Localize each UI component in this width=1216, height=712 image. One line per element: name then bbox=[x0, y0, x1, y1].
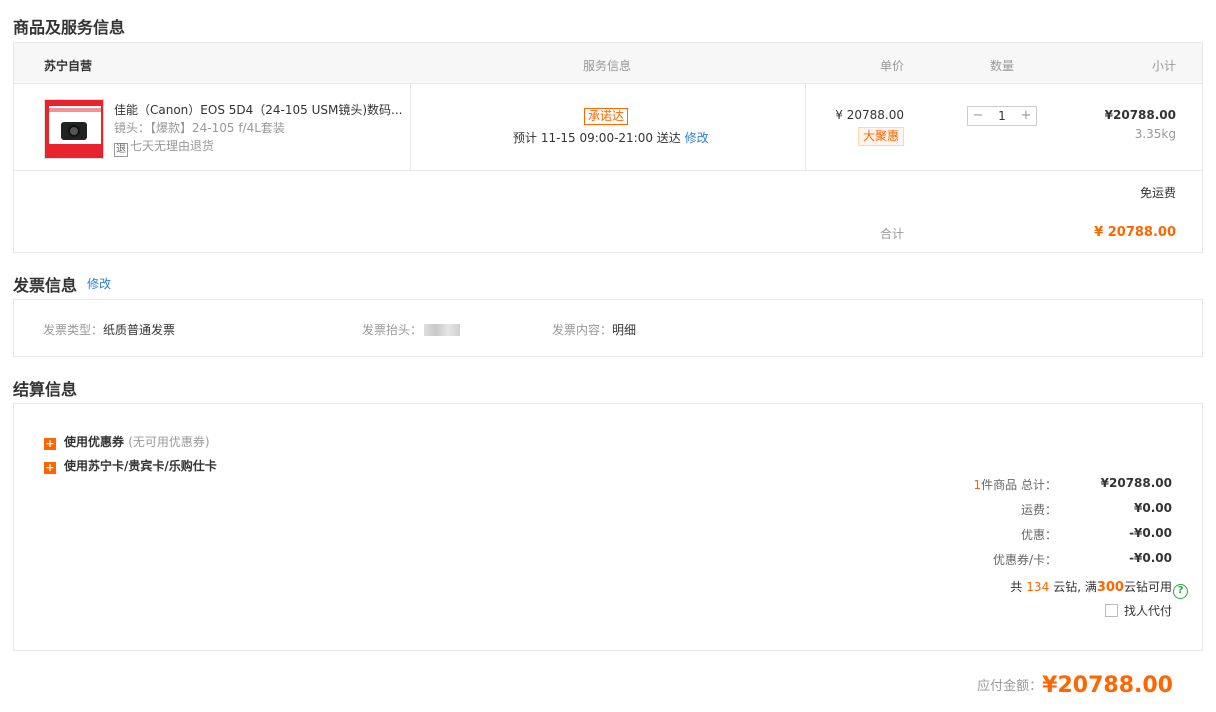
summary-freight-value: ¥0.00 bbox=[1134, 501, 1172, 515]
summary-total-value: ¥20788.00 bbox=[1100, 476, 1172, 490]
diamonds-count: 134 bbox=[1026, 580, 1050, 594]
invoice-type-value: 纸质普通发票 bbox=[103, 323, 176, 337]
store-name: 苏宁自营 bbox=[44, 59, 93, 73]
summary-total: 1件商品 总计： ¥20788.00 bbox=[912, 476, 1172, 494]
proxy-pay-label: 找人代付 bbox=[1123, 604, 1172, 618]
cloud-diamonds-info: 共 134 云钻, 满300云钻可用? bbox=[1010, 578, 1188, 599]
coupon-note: (无可用优惠券) bbox=[128, 435, 210, 449]
summary-discount-label: 优惠： bbox=[1020, 528, 1057, 542]
total-label: 合计 bbox=[880, 227, 905, 241]
return-policy: 退七天无理由退货 bbox=[114, 137, 214, 157]
summary-total-text: 件商品 总计： bbox=[981, 478, 1057, 492]
header-subtotal: 小计 bbox=[1151, 59, 1176, 73]
invoice-type-label: 发票类型： bbox=[43, 323, 104, 337]
settlement-section-title: 结算信息 bbox=[13, 380, 78, 399]
invoice-header: 发票抬头： bbox=[362, 321, 461, 338]
invoice-content-label: 发票内容： bbox=[552, 323, 613, 337]
payable-value: ¥20788.00 bbox=[1042, 673, 1173, 698]
proxy-pay-checkbox[interactable]: 找人代付 bbox=[1104, 602, 1172, 619]
qty-value[interactable]: 1 bbox=[988, 107, 1016, 125]
quantity-stepper: − 1 + bbox=[967, 106, 1037, 126]
use-coupon-toggle[interactable]: + 使用优惠券 (无可用优惠券) bbox=[44, 433, 210, 450]
diamonds-suffix: 云钻可用 bbox=[1123, 580, 1172, 594]
qty-plus-button[interactable]: + bbox=[1016, 107, 1036, 125]
product-thumbnail[interactable] bbox=[44, 99, 104, 159]
help-icon[interactable]: ? bbox=[1173, 584, 1188, 599]
card-label: 使用苏宁卡/贵宾卡/乐购仕卡 bbox=[64, 459, 217, 473]
delivery-eta: 预计 11-15 09:00-21:00 送达 修改 bbox=[513, 129, 709, 146]
lens-label: 镜头： bbox=[114, 121, 151, 135]
summary-coupon-value: -¥0.00 bbox=[1129, 551, 1172, 565]
item-subtotal: ¥20788.00 bbox=[1104, 108, 1176, 122]
summary-discount: 优惠： -¥0.00 bbox=[912, 526, 1172, 544]
summary-discount-value: -¥0.00 bbox=[1129, 526, 1172, 540]
summary-freight-label: 运费： bbox=[1020, 503, 1057, 517]
eta-edit-link[interactable]: 修改 bbox=[685, 131, 709, 145]
return-text: 七天无理由退货 bbox=[130, 139, 215, 153]
divider bbox=[805, 84, 806, 170]
return-icon: 退 bbox=[114, 143, 128, 157]
product-spec: 镜头：【爆款】24-105 f/4L套装 bbox=[114, 119, 285, 136]
header-service: 服务信息 bbox=[583, 59, 632, 73]
summary-freight: 运费： ¥0.00 bbox=[912, 501, 1172, 519]
lens-value: 【爆款】24-105 f/4L套装 bbox=[150, 121, 285, 135]
goods-table-header: 苏宁自营 服务信息 单价 数量 小计 bbox=[14, 43, 1202, 84]
invoice-section-title: 发票信息 bbox=[13, 276, 78, 295]
expand-plus-icon: + bbox=[44, 461, 56, 474]
product-name-link[interactable]: 佳能（Canon）EOS 5D4（24-105 USM镜头)数码... bbox=[114, 101, 404, 118]
item-weight: 3.35kg bbox=[1134, 127, 1176, 141]
use-card-toggle[interactable]: + 使用苏宁卡/贵宾卡/乐购仕卡 bbox=[44, 457, 217, 474]
summary-coupon: 优惠券/卡： -¥0.00 bbox=[912, 551, 1172, 569]
diamonds-prefix: 共 bbox=[1010, 580, 1023, 594]
checkbox[interactable] bbox=[1104, 604, 1118, 617]
invoice-box: 发票类型：纸质普通发票 发票抬头： 发票内容：明细 bbox=[13, 299, 1203, 357]
diamonds-threshold: 300 bbox=[1096, 580, 1124, 595]
payable-amount: 应付金额：¥20788.00 bbox=[977, 673, 1173, 698]
invoice-content-value: 明细 bbox=[612, 323, 637, 337]
shipping-note: 免运费 bbox=[1139, 186, 1176, 200]
invoice-content: 发票内容：明细 bbox=[552, 321, 636, 338]
goods-table: 苏宁自营 服务信息 单价 数量 小计 佳能（Canon）EOS 5D4（24-1… bbox=[13, 42, 1203, 253]
total-value: ¥ 20788.00 bbox=[1094, 225, 1176, 240]
unit-price: ¥ 20788.00 bbox=[835, 108, 904, 122]
invoice-type: 发票类型：纸质普通发票 bbox=[43, 321, 175, 338]
diamonds-mid: 云钻, 满 bbox=[1053, 580, 1097, 594]
payable-label: 应付金额： bbox=[977, 679, 1043, 694]
goods-section-title: 商品及服务信息 bbox=[13, 18, 126, 37]
invoice-header-redacted bbox=[424, 324, 461, 336]
header-qty: 数量 bbox=[990, 59, 1015, 73]
divider bbox=[410, 84, 411, 170]
qty-minus-button[interactable]: − bbox=[968, 107, 988, 125]
table-row: 佳能（Canon）EOS 5D4（24-105 USM镜头)数码... 镜头：【… bbox=[14, 84, 1202, 171]
settlement-box: + 使用优惠券 (无可用优惠券) + 使用苏宁卡/贵宾卡/乐购仕卡 1件商品 总计：… bbox=[13, 403, 1203, 651]
eta-text: 预计 11-15 09:00-21:00 送达 bbox=[513, 131, 681, 145]
summary-coupon-label: 优惠券/卡： bbox=[992, 553, 1057, 567]
promise-badge: 承诺达 bbox=[584, 108, 629, 125]
invoice-header-label: 发票抬头： bbox=[362, 323, 423, 337]
expand-plus-icon: + bbox=[44, 437, 56, 450]
summary-total-label: 1件商品 总计： bbox=[974, 476, 1057, 493]
promo-badge: 大聚惠 bbox=[858, 127, 905, 146]
invoice-edit-link[interactable]: 修改 bbox=[87, 275, 111, 292]
header-price: 单价 bbox=[880, 59, 905, 73]
coupon-label: 使用优惠券 bbox=[64, 435, 125, 449]
